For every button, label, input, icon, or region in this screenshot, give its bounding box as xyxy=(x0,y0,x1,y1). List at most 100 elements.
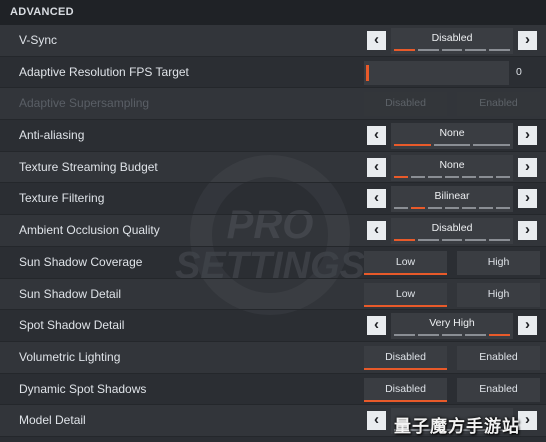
chevron-left-icon[interactable]: ‹ xyxy=(367,31,386,50)
setting-row-adaptive-supersampling: Adaptive Supersampling Disabled Enabled xyxy=(0,88,546,121)
slider-handle[interactable] xyxy=(366,64,369,81)
option-selector[interactable]: None xyxy=(391,123,513,150)
toggle-option-disabled[interactable]: Disabled xyxy=(364,345,447,370)
option-selector[interactable]: None xyxy=(391,154,513,181)
setting-label: Texture Streaming Budget xyxy=(19,159,158,174)
chevron-right-icon[interactable]: › xyxy=(518,221,537,241)
option-selector[interactable]: Bilinear xyxy=(391,186,513,213)
setting-label: Texture Filtering xyxy=(19,191,105,206)
level-segment xyxy=(441,49,463,51)
setting-row-anti-aliasing: Anti-aliasing ‹ None › xyxy=(0,120,546,152)
setting-row-ambient-occlusion-quality: Ambient Occlusion Quality ‹ Disabled › xyxy=(0,215,546,247)
level-segment xyxy=(441,334,463,337)
level-indicator xyxy=(394,49,510,51)
level-segment xyxy=(441,239,463,242)
toggle-option-low[interactable]: Low xyxy=(364,282,447,307)
setting-label: Adaptive Resolution FPS Target xyxy=(19,64,189,79)
chevron-right-icon[interactable]: › xyxy=(518,157,537,177)
toggle-option-enabled[interactable]: Enabled xyxy=(457,345,540,370)
chevron-left-icon[interactable]: ‹ xyxy=(367,189,386,209)
setting-row-spot-shadow-detail: Spot Shadow Detail ‹ Very High › xyxy=(0,310,546,342)
level-segment xyxy=(473,144,511,147)
chevron-left-icon[interactable]: ‹ xyxy=(367,316,386,336)
option-selector[interactable]: Disabled xyxy=(391,28,513,54)
selector-value: Very High xyxy=(429,317,475,330)
selector-value: None xyxy=(439,158,465,171)
setting-row-sun-shadow-detail: Sun Shadow Detail Low High xyxy=(0,279,546,311)
level-segment xyxy=(417,49,439,51)
toggle-option-disabled[interactable]: Disabled xyxy=(364,377,447,402)
setting-label: Sun Shadow Coverage xyxy=(19,254,143,269)
level-segment xyxy=(445,175,459,178)
setting-label: Spot Shadow Detail xyxy=(19,318,125,333)
chevron-right-icon[interactable]: › xyxy=(518,126,537,146)
chevron-left-icon[interactable]: ‹ xyxy=(367,411,386,431)
toggle-option-enabled: Enabled xyxy=(457,92,540,117)
level-segment xyxy=(496,175,510,178)
option-selector[interactable]: Very High xyxy=(391,313,513,340)
chevron-left-icon[interactable]: ‹ xyxy=(367,221,386,241)
level-segment xyxy=(489,334,510,337)
option-selector[interactable]: Disabled xyxy=(391,218,513,245)
level-segment xyxy=(428,175,442,178)
setting-label: Volumetric Lighting xyxy=(19,349,121,364)
setting-row-sun-shadow-coverage: Sun Shadow Coverage Low High xyxy=(0,247,546,279)
level-indicator xyxy=(394,207,510,210)
toggle-option-low[interactable]: Low xyxy=(364,250,447,275)
toggle-option-high[interactable]: High xyxy=(457,282,540,307)
section-title: ADVANCED xyxy=(10,6,74,18)
chevron-right-icon[interactable]: › xyxy=(518,316,537,336)
level-segment xyxy=(489,239,510,242)
level-segment xyxy=(417,239,439,242)
setting-row-adaptive-resolution-fps-target: Adaptive Resolution FPS Target 0 xyxy=(0,57,546,89)
level-segment xyxy=(465,49,487,51)
selector-value: Disabled xyxy=(431,222,473,235)
selector-value: Disabled xyxy=(431,32,473,44)
level-indicator xyxy=(394,144,511,147)
setting-label: Ambient Occlusion Quality xyxy=(19,223,160,238)
setting-row-v-sync: V-Sync ‹ Disabled › xyxy=(0,25,546,57)
level-segment xyxy=(394,49,415,51)
chevron-left-icon[interactable]: ‹ xyxy=(367,126,386,146)
level-segment xyxy=(462,207,476,210)
toggle-option-high[interactable]: High xyxy=(457,250,540,275)
level-segment xyxy=(496,207,510,210)
level-segment xyxy=(489,49,510,51)
level-segment xyxy=(417,334,439,337)
level-segment xyxy=(394,144,431,147)
level-segment xyxy=(394,239,415,242)
level-segment xyxy=(428,207,442,210)
setting-label: Adaptive Supersampling xyxy=(19,96,150,111)
setting-row-volumetric-lighting: Volumetric Lighting Disabled Enabled xyxy=(0,342,546,374)
setting-label: V-Sync xyxy=(19,33,58,47)
selector-value: None xyxy=(439,127,465,140)
setting-row-dynamic-spot-shadows: Dynamic Spot Shadows Disabled Enabled xyxy=(0,374,546,406)
chevron-right-icon[interactable]: › xyxy=(518,411,537,431)
level-indicator xyxy=(394,239,510,242)
site-watermark: 量子魔方手游站 xyxy=(394,417,520,437)
level-segment xyxy=(394,175,408,178)
level-segment xyxy=(394,207,408,210)
toggle-option-enabled[interactable]: Enabled xyxy=(457,377,540,402)
level-segment xyxy=(433,144,471,147)
level-segment xyxy=(465,334,487,337)
level-segment xyxy=(445,207,459,210)
setting-label: Dynamic Spot Shadows xyxy=(19,381,147,396)
level-segment xyxy=(394,334,415,337)
level-segment xyxy=(411,207,425,210)
section-header: ADVANCED xyxy=(0,0,546,25)
settings-list: V-Sync ‹ Disabled › Adaptive Resolution FPS … xyxy=(0,25,546,437)
setting-row-texture-filtering: Texture Filtering ‹ Bilinear › xyxy=(0,183,546,216)
fps-target-slider[interactable] xyxy=(364,60,509,85)
level-segment xyxy=(462,175,476,178)
setting-label: Anti-aliasing xyxy=(19,128,85,143)
chevron-right-icon[interactable]: › xyxy=(518,31,537,50)
setting-label: Sun Shadow Detail xyxy=(19,286,122,301)
level-segment xyxy=(411,175,425,178)
chevron-right-icon[interactable]: › xyxy=(518,189,537,209)
setting-row-texture-streaming-budget: Texture Streaming Budget ‹ None › xyxy=(0,152,546,184)
chevron-left-icon[interactable]: ‹ xyxy=(367,157,386,177)
level-indicator xyxy=(394,175,510,178)
level-indicator xyxy=(394,334,510,337)
level-segment xyxy=(479,175,493,178)
